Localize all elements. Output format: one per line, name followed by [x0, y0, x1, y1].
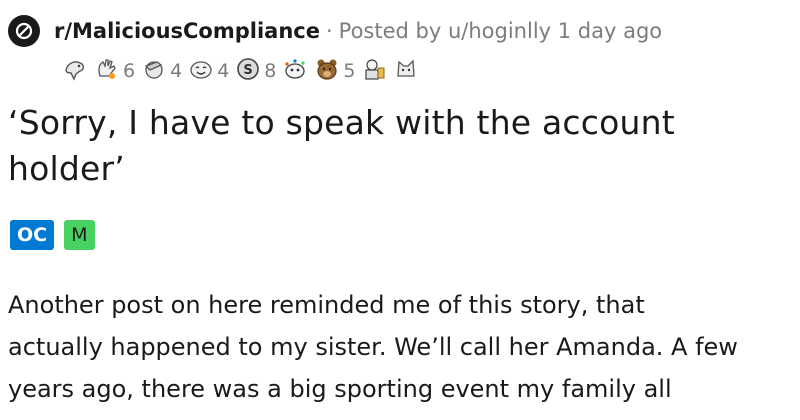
award-snoo-trophy[interactable]: [361, 56, 387, 86]
award-count: 4: [217, 60, 230, 82]
award-count: 4: [170, 60, 183, 82]
award-cat[interactable]: [393, 56, 419, 86]
award-count: 5: [343, 60, 356, 82]
award-face-palm[interactable]: 4: [141, 56, 182, 86]
post-body-line: actually happened to my sister. We’ll ca…: [8, 333, 738, 361]
face-palm-icon: [141, 56, 167, 86]
award-clapping[interactable]: 6: [94, 56, 135, 86]
snoo-trophy-icon: [361, 56, 387, 86]
wholesome-seal-icon: [62, 56, 88, 86]
brown-bear-icon: [314, 56, 340, 86]
post-flairs: OC M: [10, 220, 95, 250]
post-meta: · Posted by u/hoginlly 1 day ago: [326, 19, 662, 43]
oc-flair[interactable]: OC: [10, 220, 55, 250]
m-flair[interactable]: M: [64, 220, 95, 250]
subreddit-link[interactable]: r/MaliciousCompliance: [54, 19, 320, 43]
award-silver[interactable]: S 8: [235, 56, 276, 86]
silver-coin-icon: S: [235, 56, 261, 86]
post-body-line: Another post on here reminded me of this…: [8, 291, 645, 319]
cat-face-icon: [393, 56, 419, 86]
awards-row[interactable]: 6 4 4 S 8 5: [62, 54, 425, 88]
post-header: r/MaliciousCompliance · Posted by u/hogin…: [8, 14, 662, 48]
posted-by[interactable]: Posted by u/hoginlly 1 day ago: [339, 19, 662, 43]
award-snoo-party[interactable]: [282, 56, 308, 86]
award-crying-laughing[interactable]: 4: [188, 56, 229, 86]
crying-laughing-face-icon: [188, 56, 214, 86]
award-count: 8: [264, 60, 277, 82]
post-body-line: years ago, there was a big sporting even…: [8, 375, 672, 403]
snoo-party-icon: [282, 56, 308, 86]
subreddit-icon[interactable]: [8, 15, 40, 47]
post-title[interactable]: ‘Sorry, I have to speak with the account…: [8, 100, 788, 192]
post-body: Another post on here reminded me of this…: [8, 284, 800, 410]
award-bear[interactable]: 5: [314, 56, 355, 86]
award-wholesome-seal[interactable]: [62, 56, 88, 86]
clapping-hand-icon: [94, 56, 120, 86]
award-count: 6: [123, 60, 136, 82]
meta-separator: ·: [325, 19, 333, 43]
svg-text:S: S: [244, 63, 253, 78]
